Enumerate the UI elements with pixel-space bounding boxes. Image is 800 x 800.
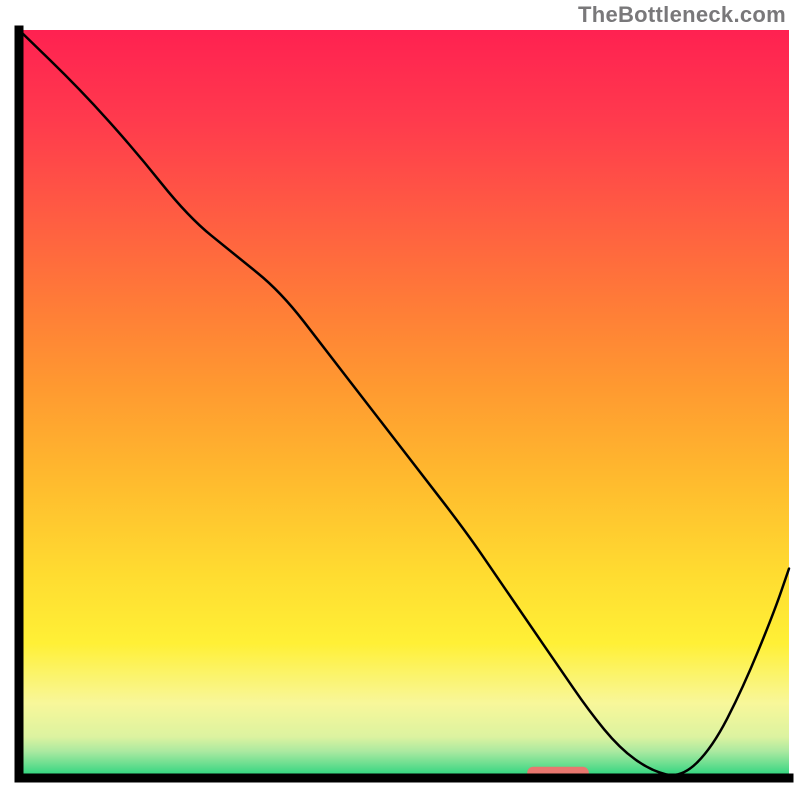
watermark-text: TheBottleneck.com [578, 2, 786, 28]
plot-background [19, 30, 789, 778]
bottleneck-chart [0, 0, 800, 800]
